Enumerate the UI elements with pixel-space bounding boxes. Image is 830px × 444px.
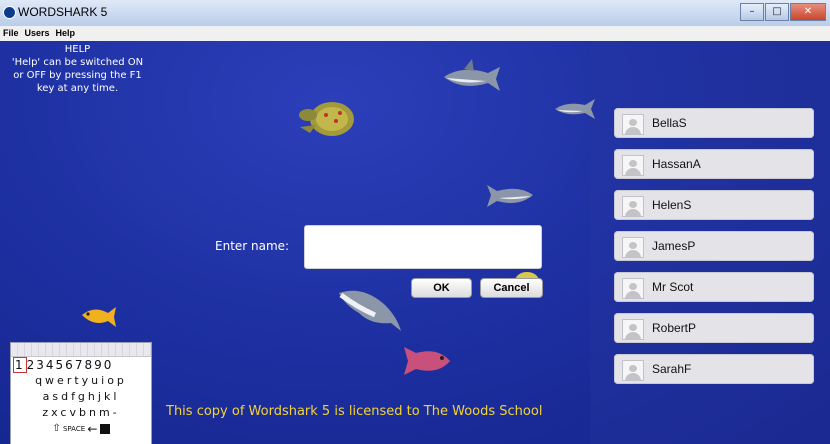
shark-icon	[444, 59, 500, 91]
game-stage: HELP 'Help' can be switched ON or OFF by…	[0, 41, 830, 444]
user-avatar-icon	[622, 360, 644, 381]
user-button-helens[interactable]: HelenS	[614, 190, 814, 220]
user-name: BellaS	[652, 116, 687, 130]
backspace-icon[interactable]: ←	[87, 421, 97, 437]
selected-key[interactable]: 1	[13, 357, 27, 373]
app-icon	[3, 6, 16, 19]
menu-users[interactable]: Users	[22, 26, 53, 38]
user-avatar-icon	[622, 114, 644, 135]
window-title: WORDSHARK 5	[18, 5, 108, 19]
minimize-button[interactable]: –	[740, 3, 764, 21]
turtle-icon	[299, 102, 354, 136]
license-text: This copy of Wordshark 5 is licensed to …	[166, 404, 543, 419]
on-screen-keyboard[interactable]: 1 234567890 qwertyuiop asdfghjkl zxcvbnm-…	[10, 342, 152, 444]
user-button-jamesp[interactable]: JamesP	[614, 231, 814, 261]
number-keys[interactable]: 234567890	[27, 358, 114, 372]
keyboard-number-row[interactable]: 1 234567890	[11, 357, 151, 373]
enter-name-label: Enter name:	[215, 239, 290, 253]
keyboard-handle[interactable]	[11, 343, 151, 357]
user-button-bellas[interactable]: BellaS	[614, 108, 814, 138]
space-key[interactable]: SPACE	[63, 421, 85, 437]
keyboard-row-3[interactable]: zxcvbnm-	[11, 405, 151, 421]
fish-icon	[404, 347, 450, 375]
user-name: HelenS	[652, 198, 692, 212]
name-input[interactable]	[304, 225, 542, 269]
help-heading: HELP	[64, 44, 91, 55]
fish-icon	[82, 307, 116, 327]
user-avatar-icon	[622, 155, 644, 176]
user-name: RobertP	[652, 321, 697, 335]
window-controls: – □ ✕	[740, 3, 826, 21]
keyboard-row-1[interactable]: qwertyuiop	[11, 373, 151, 389]
title-bar: WORDSHARK 5 – □ ✕	[0, 0, 830, 27]
menu-bar: File Users Help	[0, 26, 830, 42]
help-body: 'Help' can be switched ON or OFF by pres…	[11, 57, 144, 94]
keyboard-row-2[interactable]: asdfghjkl	[11, 389, 151, 405]
user-button-hassana[interactable]: HassanA	[614, 149, 814, 179]
cancel-button[interactable]: Cancel	[480, 278, 543, 298]
shark-icon	[487, 185, 533, 207]
user-button-robertp[interactable]: RobertP	[614, 313, 814, 343]
menu-file[interactable]: File	[0, 26, 22, 38]
user-name: SarahF	[652, 362, 692, 376]
user-avatar-icon	[622, 237, 644, 258]
menu-help[interactable]: Help	[53, 26, 79, 38]
shift-icon[interactable]: ⇧	[52, 421, 60, 437]
user-avatar-icon	[622, 278, 644, 299]
enter-icon[interactable]	[99, 424, 110, 434]
shark-icon	[339, 290, 401, 331]
user-name: HassanA	[652, 157, 701, 171]
user-button-sarahf[interactable]: SarahF	[614, 354, 814, 384]
close-button[interactable]: ✕	[790, 3, 826, 21]
ok-button[interactable]: OK	[411, 278, 472, 298]
user-avatar-icon	[622, 319, 644, 340]
keyboard-bottom-row: ⇧ SPACE ←	[11, 421, 151, 437]
shark-icon	[555, 99, 595, 119]
help-text: HELP 'Help' can be switched ON or OFF by…	[10, 43, 145, 95]
maximize-button[interactable]: □	[765, 3, 789, 21]
user-avatar-icon	[622, 196, 644, 217]
user-button-mr-scot[interactable]: Mr Scot	[614, 272, 814, 302]
user-name: JamesP	[652, 239, 696, 253]
user-name: Mr Scot	[652, 280, 694, 294]
